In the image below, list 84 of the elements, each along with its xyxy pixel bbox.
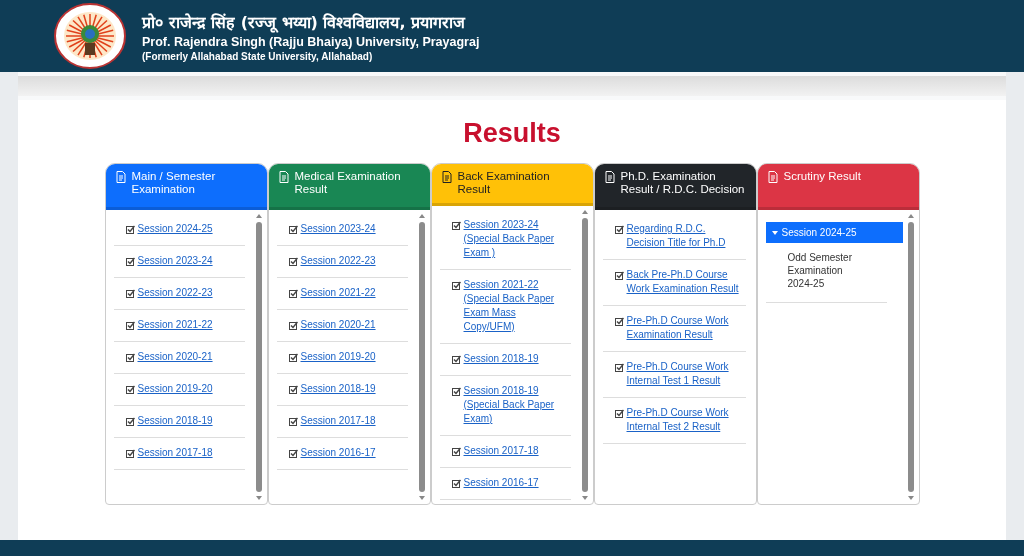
- result-link[interactable]: Session 2016-17: [300, 446, 376, 460]
- result-link[interactable]: Session 2019-20: [137, 382, 213, 396]
- result-link[interactable]: Session 2021-22: [137, 318, 213, 332]
- result-link[interactable]: Pre-Ph.D Course Work Internal Test 2 Result: [626, 406, 742, 434]
- result-link[interactable]: Session 2020-21: [137, 350, 213, 364]
- card-title: Back Examination Result: [457, 170, 551, 196]
- checked-box-icon: [451, 221, 461, 230]
- checked-box-icon: [125, 385, 135, 394]
- checked-box-icon: [614, 409, 624, 418]
- university-seal-logo: [54, 3, 126, 69]
- checked-box-icon: [125, 353, 135, 362]
- scroll-down-icon[interactable]: [581, 496, 588, 500]
- university-name: Prof. Rajendra Singh (Rajju Bhaiya) University, Prayagraj: [142, 34, 480, 49]
- checked-box-icon: [451, 479, 461, 488]
- result-link[interactable]: Back Pre-Ph.D Course Work Examination Result: [626, 268, 742, 296]
- scroll-up-icon[interactable]: [418, 214, 425, 218]
- result-link[interactable]: Pre-Ph.D Course Work Internal Test 1 Result: [626, 360, 742, 388]
- checked-box-icon: [288, 289, 298, 298]
- result-link[interactable]: Pre-Ph.D Course Work Examination Result: [626, 314, 742, 342]
- checked-box-icon: [451, 355, 461, 364]
- checked-box-icon: [288, 353, 298, 362]
- scroll-up-icon[interactable]: [581, 210, 588, 214]
- checked-box-icon: [125, 257, 135, 266]
- checked-box-icon: [451, 447, 461, 456]
- checked-box-icon: [451, 387, 461, 396]
- scroll-down-icon[interactable]: [907, 496, 914, 500]
- result-link[interactable]: Session 2019-20: [300, 350, 376, 364]
- result-link[interactable]: Session 2016-17: [463, 476, 539, 490]
- checked-box-icon: [288, 321, 298, 330]
- result-link[interactable]: Session 2023-24 (Special Back Paper Exam ): [463, 218, 567, 260]
- result-link[interactable]: Regarding R.D.C. Decision Title for Ph.D: [626, 222, 742, 250]
- checked-box-icon: [288, 257, 298, 266]
- card-title: Medical Examination Result: [294, 170, 402, 196]
- document-icon: [441, 171, 452, 183]
- checked-box-icon: [288, 225, 298, 234]
- result-link[interactable]: Session 2023-24: [137, 254, 213, 268]
- scrollbar[interactable]: [906, 214, 915, 500]
- scrollbar[interactable]: [580, 210, 589, 500]
- scrollbar[interactable]: [417, 214, 426, 500]
- document-icon: [115, 171, 126, 183]
- checked-box-icon: [125, 417, 135, 426]
- result-link[interactable]: Session 2020-21: [300, 318, 376, 332]
- session-accordion-header[interactable]: Session 2024-25: [765, 222, 903, 243]
- document-icon: [767, 171, 778, 183]
- document-icon: [278, 171, 289, 183]
- checked-box-icon: [288, 449, 298, 458]
- card-title: Scrutiny Result: [783, 170, 861, 183]
- card-title: Main / Semester Examination: [131, 170, 217, 196]
- checked-box-icon: [125, 321, 135, 330]
- result-link[interactable]: Session 2023-24: [300, 222, 376, 236]
- university-name-hindi: प्रो० राजेन्द्र सिंह (रज्जू भय्या) विश्वविद्यालय, प्रयागराज: [142, 11, 467, 33]
- result-link[interactable]: Session 2018-19: [137, 414, 213, 428]
- checked-box-icon: [614, 271, 624, 280]
- scroll-up-icon[interactable]: [907, 214, 914, 218]
- result-link[interactable]: Session 2024-25: [137, 222, 213, 236]
- result-link[interactable]: Session 2021-22: [300, 286, 376, 300]
- page-title: Results: [463, 118, 561, 149]
- scroll-down-icon[interactable]: [418, 496, 425, 500]
- scrutiny-result-item[interactable]: Odd Semester Examination 2024-25: [765, 243, 887, 303]
- checked-box-icon: [288, 385, 298, 394]
- result-link[interactable]: Session 2022-23: [137, 286, 213, 300]
- scroll-up-icon[interactable]: [255, 214, 262, 218]
- checked-box-icon: [125, 289, 135, 298]
- checked-box-icon: [125, 225, 135, 234]
- checked-box-icon: [451, 281, 461, 290]
- result-link[interactable]: Session 2018-19 (Special Back Paper Exam): [463, 384, 567, 426]
- caret-icon: [771, 229, 778, 236]
- university-former-name: (Formerly Allahabad State University, Allahabad): [142, 50, 374, 62]
- result-link[interactable]: Session 2017-18: [300, 414, 376, 428]
- result-link[interactable]: Session 2018-19: [300, 382, 376, 396]
- result-link[interactable]: Session 2017-18: [137, 446, 213, 460]
- scroll-down-icon[interactable]: [255, 496, 262, 500]
- result-link[interactable]: Session 2022-23: [300, 254, 376, 268]
- checked-box-icon: [288, 417, 298, 426]
- result-link[interactable]: Session 2018-19: [463, 352, 539, 366]
- card-title: Ph.D. Examination Result / R.D.C. Decision: [620, 170, 746, 196]
- checked-box-icon: [125, 449, 135, 458]
- checked-box-icon: [614, 225, 624, 234]
- result-link[interactable]: Session 2017-18: [463, 444, 539, 458]
- checked-box-icon: [614, 363, 624, 372]
- result-link[interactable]: Session 2021-22 (Special Back Paper Exam Mass Copy/UFM): [463, 278, 567, 334]
- checked-box-icon: [614, 317, 624, 326]
- scrollbar[interactable]: [254, 214, 263, 500]
- document-icon: [604, 171, 615, 183]
